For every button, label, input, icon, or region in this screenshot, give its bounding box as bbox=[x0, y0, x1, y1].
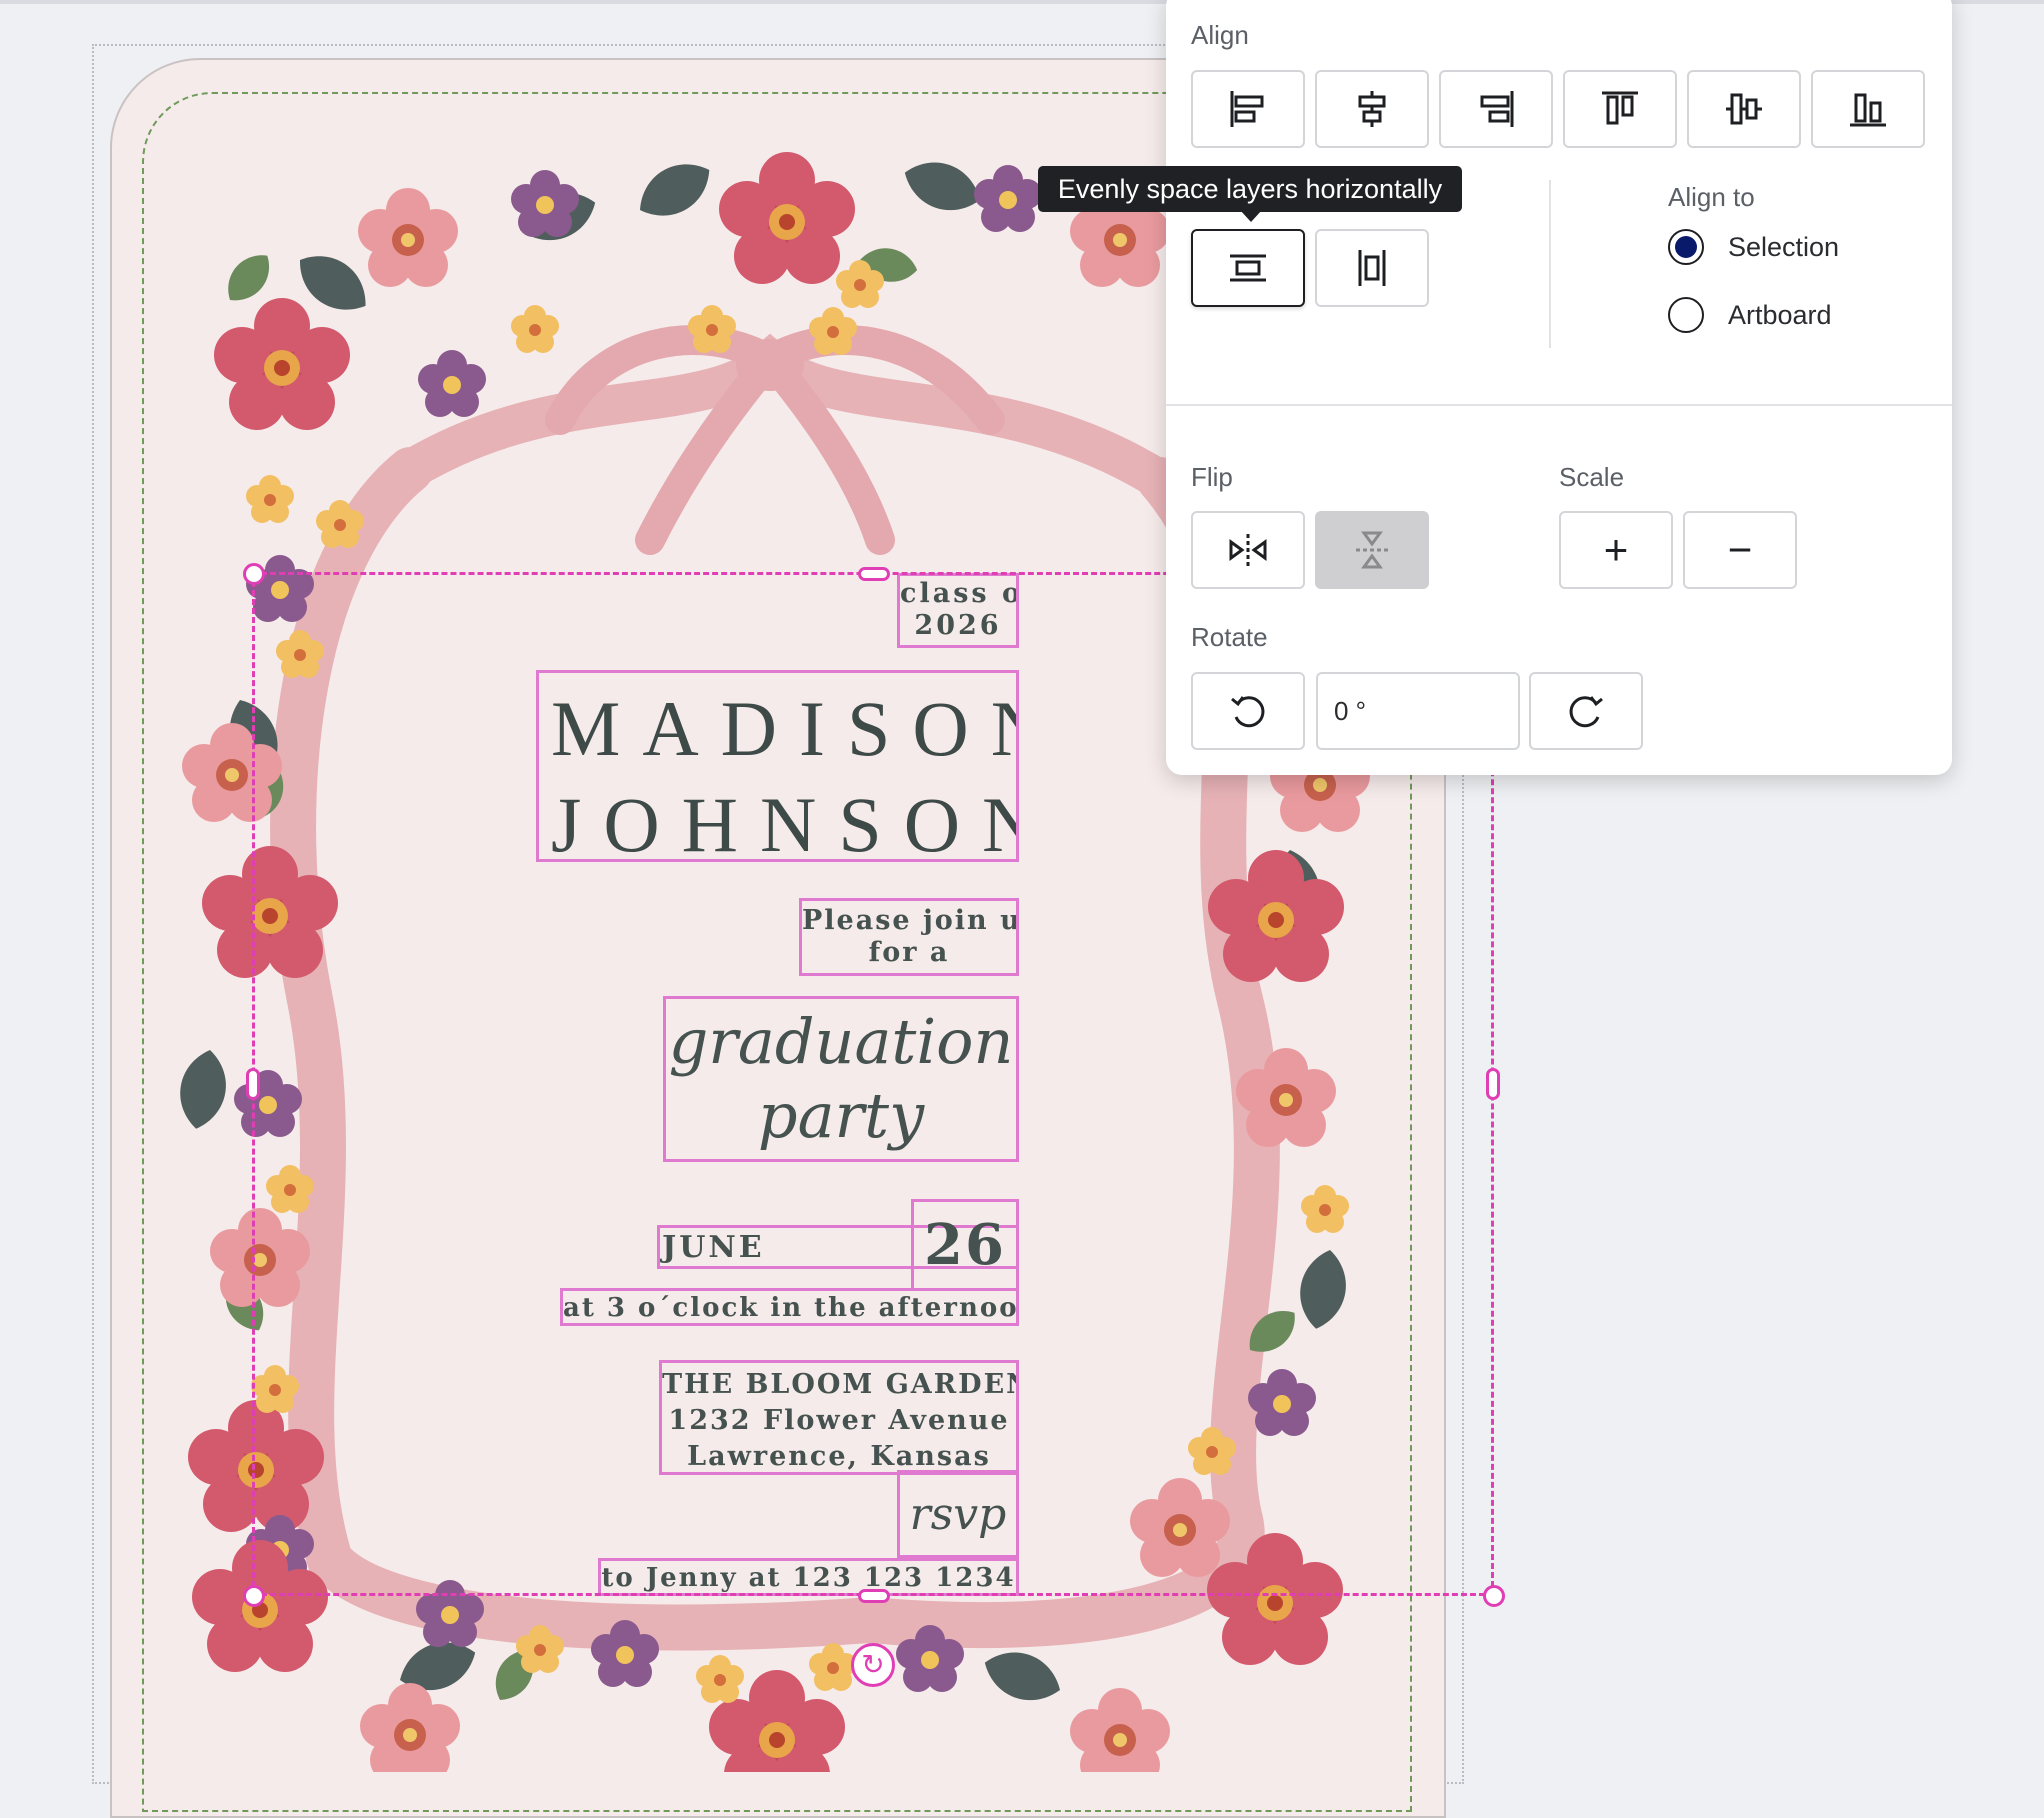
plus-icon: + bbox=[1603, 526, 1629, 573]
align-middle-button[interactable] bbox=[1687, 70, 1801, 148]
align-heading: Align bbox=[1191, 20, 1249, 50]
align-to-selection-label: Selection bbox=[1728, 231, 1840, 262]
tooltip: Evenly space layers horizontally bbox=[1038, 166, 1462, 212]
align-bottom-button[interactable] bbox=[1811, 70, 1925, 148]
align-horizontal-center-icon bbox=[1358, 91, 1386, 127]
distribute-horizontal-icon bbox=[1230, 254, 1266, 282]
align-bottom-icon bbox=[1850, 93, 1886, 127]
panel-divider bbox=[1549, 180, 1551, 348]
scale-down-button[interactable]: − bbox=[1683, 511, 1797, 589]
align-center-button[interactable] bbox=[1315, 70, 1429, 148]
rotate-angle-input[interactable]: 0 ° bbox=[1316, 672, 1520, 750]
scale-heading: Scale bbox=[1559, 462, 1625, 492]
rotate-clockwise-icon bbox=[1569, 696, 1603, 728]
radio-unselected[interactable] bbox=[1668, 297, 1704, 333]
scale-up-button[interactable]: + bbox=[1559, 511, 1673, 589]
resize-handle-bottom-left[interactable] bbox=[243, 1585, 265, 1607]
minus-icon: − bbox=[1727, 526, 1753, 573]
resize-handle-top-left[interactable] bbox=[243, 563, 265, 585]
align-left-button[interactable] bbox=[1191, 70, 1305, 148]
align-to-heading: Align to bbox=[1668, 182, 1755, 212]
tooltip-arrow bbox=[1240, 210, 1262, 222]
rotate-left-button[interactable] bbox=[1191, 672, 1305, 750]
distribute-vertical-button[interactable] bbox=[1315, 229, 1429, 307]
panel-section-divider bbox=[1166, 404, 1952, 406]
distribute-vertical-icon bbox=[1358, 250, 1386, 286]
flip-vertical-icon bbox=[1356, 531, 1388, 569]
distribute-horizontal-button[interactable] bbox=[1191, 229, 1305, 307]
align-vertical-center-icon bbox=[1726, 93, 1762, 125]
resize-handle-right[interactable] bbox=[1486, 1068, 1500, 1100]
align-left-icon bbox=[1230, 91, 1264, 127]
align-top-button[interactable] bbox=[1563, 70, 1677, 148]
flip-horizontal-button[interactable] bbox=[1191, 511, 1305, 589]
align-top-icon bbox=[1602, 91, 1638, 125]
align-right-icon bbox=[1480, 91, 1514, 127]
resize-handle-bottom[interactable] bbox=[858, 1589, 890, 1603]
rotate-right-button[interactable] bbox=[1529, 672, 1643, 750]
flip-heading: Flip bbox=[1191, 462, 1233, 492]
rotate-counterclockwise-icon bbox=[1231, 696, 1265, 728]
resize-handle-top[interactable] bbox=[858, 567, 890, 581]
align-right-button[interactable] bbox=[1439, 70, 1553, 148]
align-to-artboard-label: Artboard bbox=[1728, 299, 1832, 330]
resize-handle-bottom-right[interactable] bbox=[1483, 1585, 1505, 1607]
align-to-selection-option[interactable]: Selection bbox=[1668, 229, 1839, 265]
align-to-artboard-option[interactable]: Artboard bbox=[1668, 297, 1832, 333]
flip-vertical-button[interactable] bbox=[1315, 511, 1429, 589]
rotate-heading: Rotate bbox=[1191, 622, 1268, 652]
flip-horizontal-icon bbox=[1229, 534, 1267, 566]
rotate-handle[interactable]: ↻ bbox=[851, 1643, 895, 1687]
resize-handle-left[interactable] bbox=[246, 1068, 260, 1100]
radio-selected[interactable] bbox=[1668, 229, 1704, 265]
